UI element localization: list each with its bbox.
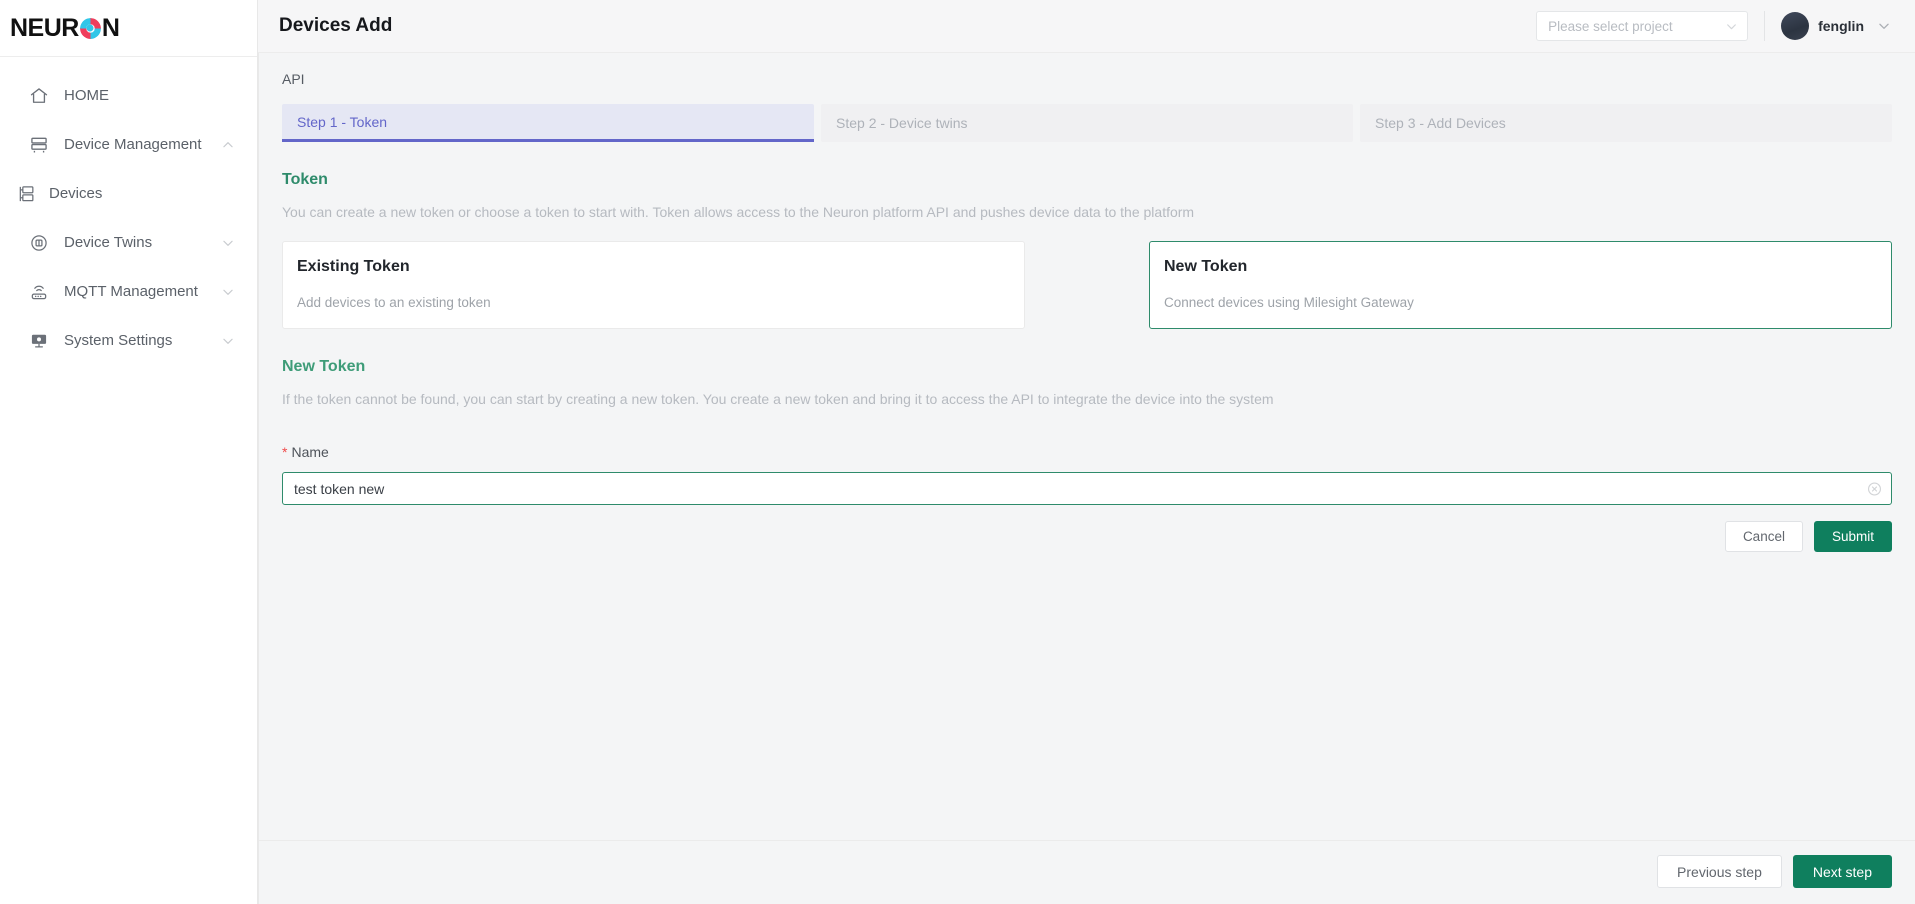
token-section-description: You can create a new token or choose a t… <box>282 204 1195 220</box>
page-title: Devices Add <box>279 15 393 36</box>
tab-label: Step 1 - Token <box>297 113 388 130</box>
name-field-label: * Name <box>282 444 1892 460</box>
card-subtitle: Add devices to an existing token <box>297 295 491 310</box>
tab-step-2-device-twins[interactable]: Step 2 - Device twins <box>821 104 1353 142</box>
required-marker: * <box>282 444 288 460</box>
project-select[interactable]: Please select project <box>1536 11 1749 41</box>
token-option-cards: Existing Token Add devices to an existin… <box>282 241 1892 329</box>
sidebar-item-home[interactable]: HOME <box>0 71 257 120</box>
token-section-title: Token <box>282 171 328 188</box>
previous-step-button[interactable]: Previous step <box>1657 855 1782 888</box>
chevron-up-icon[interactable] <box>221 138 235 152</box>
clear-circle-icon[interactable] <box>1867 481 1882 496</box>
avatar <box>1781 12 1810 40</box>
step-footer-bar: Previous step Next step <box>259 840 1915 904</box>
card-title: New Token <box>1164 258 1248 275</box>
chevron-down-icon[interactable] <box>221 334 235 348</box>
card-new-token[interactable]: New Token Connect devices using Milesigh… <box>1149 241 1892 329</box>
next-step-button[interactable]: Next step <box>1792 855 1892 888</box>
sidebar-nav: HOME Device Management Devices Device Tw… <box>0 57 257 365</box>
cancel-button[interactable]: Cancel <box>1724 521 1803 552</box>
api-label: API <box>282 71 305 87</box>
sidebar-item-system-settings[interactable]: System Settings <box>0 316 257 365</box>
sidebar-item-label: System Settings <box>64 332 173 349</box>
chevron-down-icon <box>1877 19 1891 33</box>
new-token-section-title: New Token <box>282 358 366 375</box>
topbar: Devices Add Please select project fengli… <box>258 0 1915 53</box>
chevron-down-icon <box>1725 20 1738 33</box>
sidebar: NEUR N HOME Device Management Devices De… <box>0 0 258 904</box>
name-input-row <box>282 472 1892 505</box>
topbar-divider <box>1764 11 1766 41</box>
devices-icon <box>16 183 38 205</box>
logo-mark-icon <box>79 17 101 39</box>
sidebar-item-device-twins[interactable]: Device Twins <box>0 218 257 267</box>
sidebar-item-label: Devices <box>49 185 103 202</box>
home-icon <box>28 85 50 107</box>
sidebar-item-label: HOME <box>64 87 109 104</box>
card-existing-token[interactable]: Existing Token Add devices to an existin… <box>282 241 1025 329</box>
tab-label: Step 2 - Device twins <box>836 115 968 131</box>
sidebar-item-devices[interactable]: Devices <box>0 169 257 218</box>
user-menu[interactable]: fenglin <box>1781 12 1891 40</box>
chevron-down-icon[interactable] <box>221 236 235 250</box>
sidebar-item-label: Device Twins <box>64 234 153 251</box>
card-subtitle: Connect devices using Milesight Gateway <box>1164 295 1414 310</box>
form-actions: Cancel Submit <box>282 521 1892 552</box>
twin-icon <box>28 232 50 254</box>
monitor-icon <box>28 330 50 352</box>
tab-step-1-token[interactable]: Step 1 - Token <box>282 104 814 142</box>
sidebar-item-mqtt-management[interactable]: MQTT Management <box>0 267 257 316</box>
topbar-right: Please select project fenglin <box>1536 11 1891 41</box>
new-token-section-description: If the token cannot be found, you can st… <box>282 391 1274 407</box>
server-icon <box>28 134 50 156</box>
name-input[interactable] <box>282 472 1892 505</box>
chevron-down-icon[interactable] <box>221 285 235 299</box>
sidebar-item-device-management[interactable]: Device Management <box>0 120 257 169</box>
logo-text-prefix: NEUR <box>10 13 79 42</box>
project-select-value: Please select project <box>1548 18 1673 34</box>
router-icon <box>28 281 50 303</box>
main-area: Devices Add Please select project fengli… <box>258 0 1915 904</box>
tab-step-3-add-devices[interactable]: Step 3 - Add Devices <box>1360 104 1892 142</box>
step-tabs: Step 1 - Token Step 2 - Device twins Ste… <box>282 104 1892 142</box>
content: API Step 1 - Token Step 2 - Device twins… <box>259 53 1915 840</box>
submit-button[interactable]: Submit <box>1813 521 1892 552</box>
logo[interactable]: NEUR N <box>0 0 257 57</box>
card-title: Existing Token <box>297 258 410 275</box>
sidebar-item-label: MQTT Management <box>64 283 198 300</box>
sidebar-item-label: Device Management <box>64 136 202 153</box>
content-wrapper: API Step 1 - Token Step 2 - Device twins… <box>258 53 1915 904</box>
user-name: fenglin <box>1818 18 1864 34</box>
logo-text-suffix: N <box>101 13 120 42</box>
name-label-text: Name <box>291 444 329 460</box>
tab-label: Step 3 - Add Devices <box>1375 115 1506 131</box>
app-root: NEUR N HOME Device Management Devices De… <box>0 0 1915 904</box>
